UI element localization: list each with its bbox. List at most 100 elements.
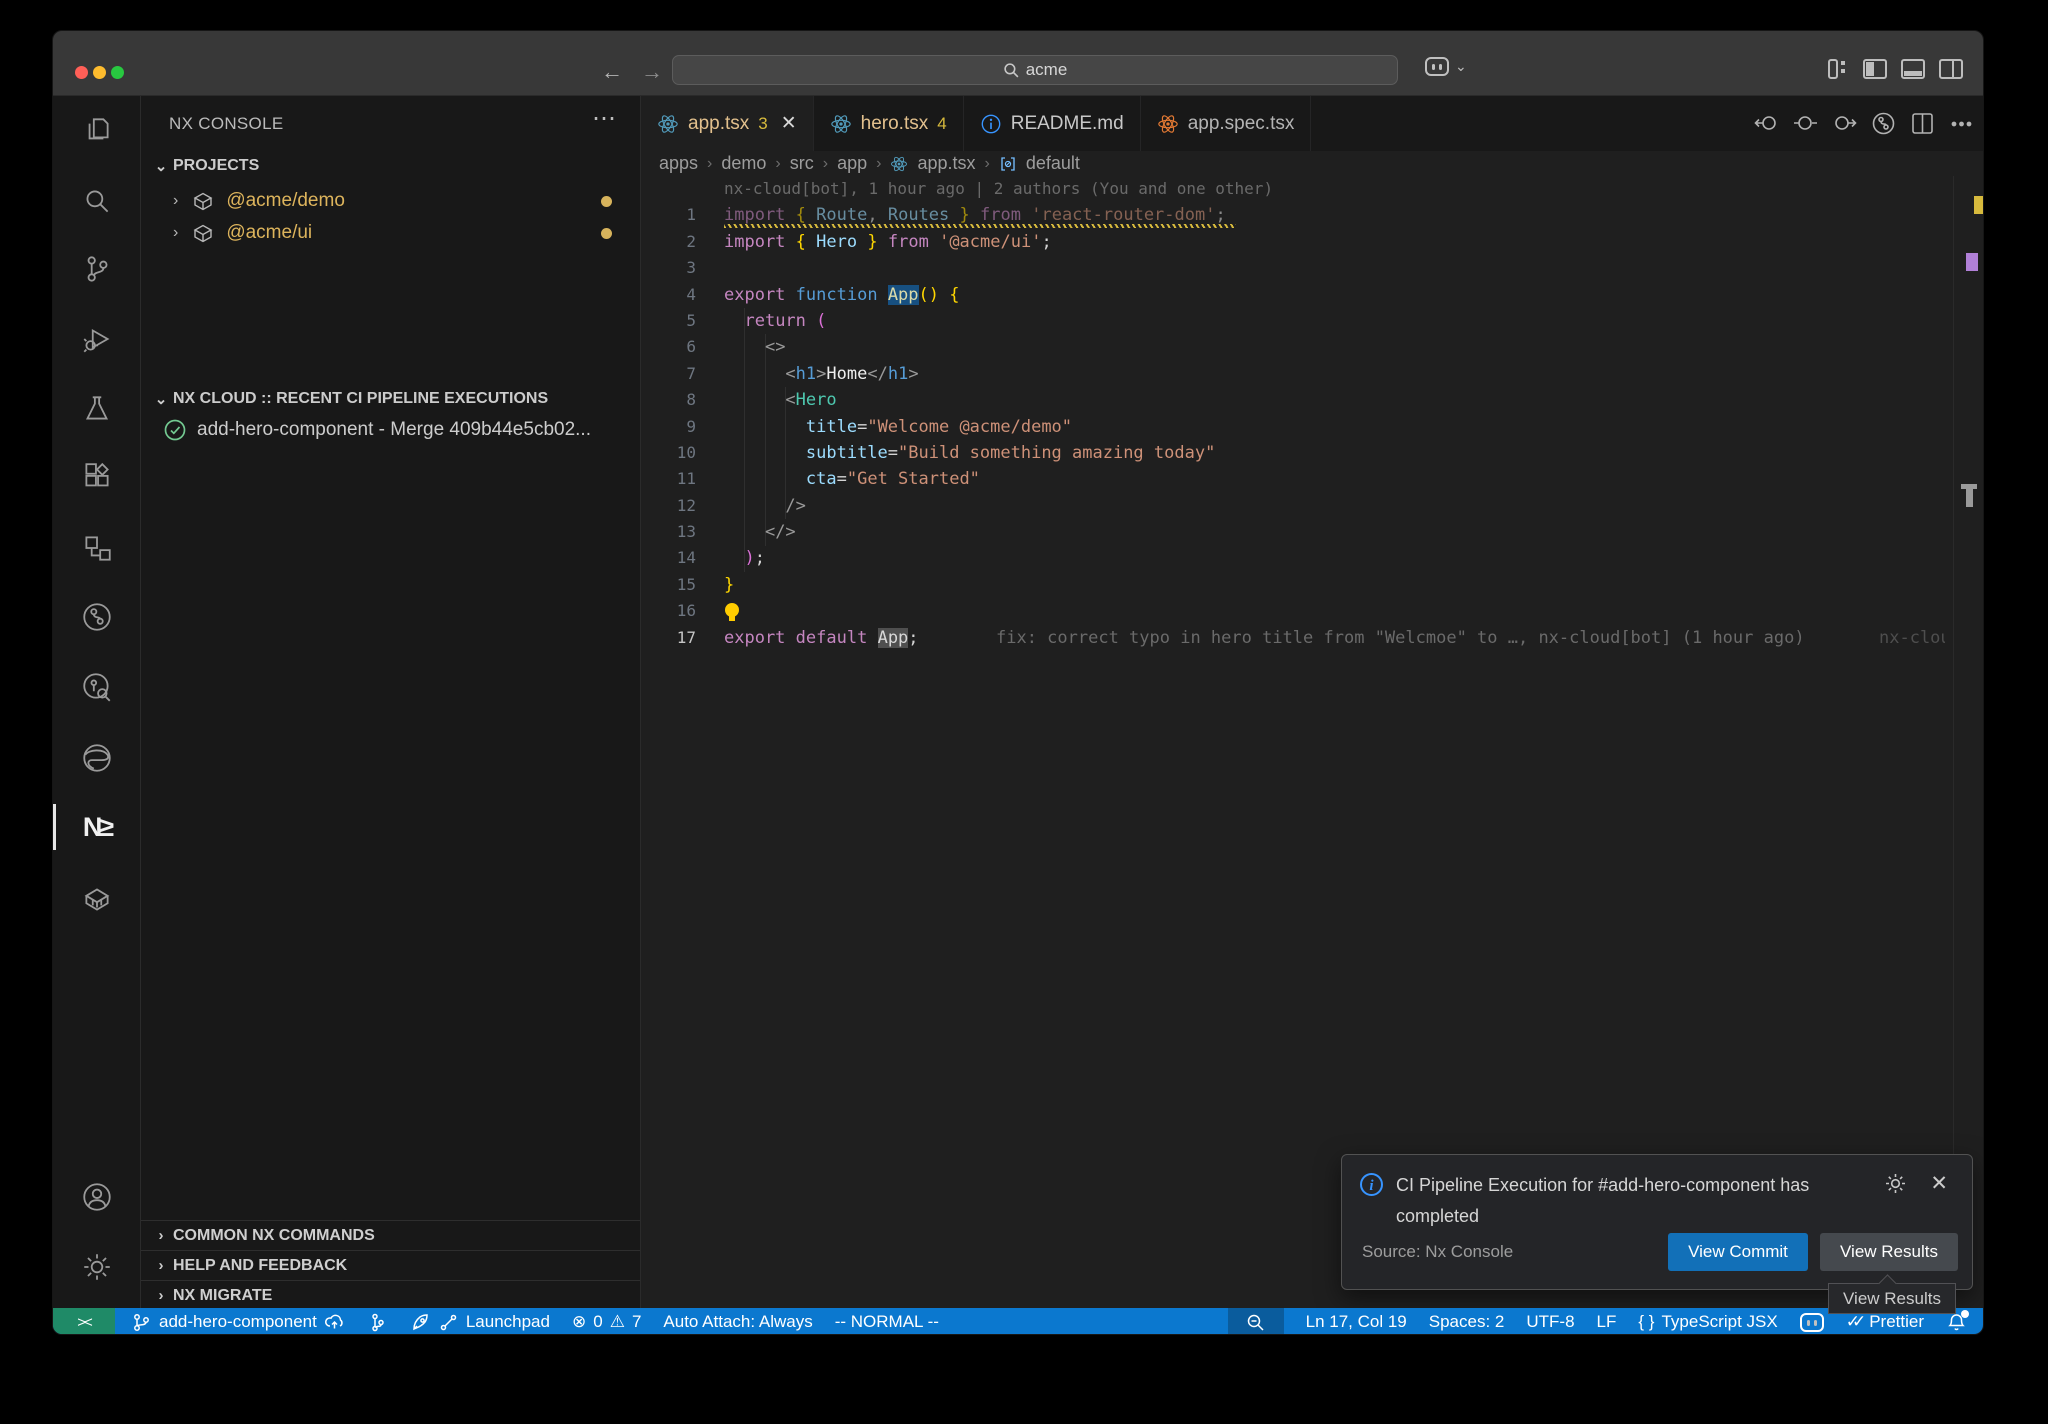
section-projects[interactable]: ⌄ PROJECTS: [141, 151, 640, 181]
change-icon[interactable]: [1792, 110, 1819, 137]
more-actions-icon[interactable]: ⋯: [592, 104, 616, 133]
section-label: HELP AND FEEDBACK: [173, 1257, 347, 1275]
token: ): [929, 285, 939, 305]
token: >: [816, 364, 826, 384]
eol-status[interactable]: LF: [1597, 1312, 1617, 1332]
editor-actions: [1753, 96, 1975, 151]
nav-forward-icon[interactable]: →: [641, 59, 663, 85]
toggle-primary-sidebar-icon[interactable]: [1861, 57, 1889, 81]
view-commit-button[interactable]: View Commit: [1668, 1233, 1808, 1271]
token: ;: [755, 548, 765, 568]
accounts-icon[interactable]: [53, 1169, 141, 1225]
breadcrumb-item[interactable]: default: [1026, 153, 1080, 174]
edge-tools-icon[interactable]: [53, 730, 141, 786]
modified-dot: [601, 228, 612, 239]
tab-app-tsx[interactable]: app.tsx 3 ✕: [641, 96, 814, 151]
copilot-chevron-icon[interactable]: ⌄: [1455, 58, 1467, 75]
breadcrumb-item[interactable]: demo: [721, 153, 766, 174]
view-results-button[interactable]: View Results: [1820, 1233, 1958, 1271]
token: {: [949, 285, 959, 305]
minimize-window-button[interactable]: [93, 66, 106, 79]
breadcrumb-item[interactable]: app: [837, 153, 867, 174]
remote-indicator[interactable]: ><: [53, 1308, 115, 1335]
explorer-icon[interactable]: [53, 103, 141, 159]
code-line-11: 11 cta="Get Started": [641, 466, 1984, 492]
breadcrumb-item[interactable]: apps: [659, 153, 698, 174]
notification-settings-icon[interactable]: [1883, 1171, 1908, 1201]
lightbulb-icon[interactable]: [725, 603, 739, 617]
indentation-status[interactable]: Spaces: 2: [1429, 1312, 1505, 1332]
settings-gear-icon[interactable]: [53, 1239, 141, 1295]
section-nx-cloud[interactable]: ⌄ NX CLOUD :: RECENT CI PIPELINE EXECUTI…: [141, 384, 640, 414]
token: [724, 337, 765, 357]
source-control-icon[interactable]: [53, 241, 141, 297]
publish-changes-icon: [324, 1312, 345, 1333]
code-text: cta="Get Started": [724, 466, 980, 492]
token: "Get Started": [847, 469, 980, 489]
section-common-nx-commands[interactable]: › COMMON NX COMMANDS: [141, 1220, 640, 1250]
toggle-secondary-sidebar-icon[interactable]: [1937, 57, 1965, 81]
tab-app-spec-tsx[interactable]: app.spec.tsx: [1141, 96, 1312, 151]
section-nx-migrate[interactable]: › NX MIGRATE: [141, 1280, 640, 1310]
zoom-window-button[interactable]: [111, 66, 124, 79]
nx-console-icon[interactable]: N≥: [53, 799, 141, 855]
project-item-acme-ui[interactable]: › @acme/ui: [141, 217, 640, 249]
nav-back-icon[interactable]: ←: [601, 59, 623, 85]
notifications-bell-icon[interactable]: [1946, 1312, 1967, 1333]
copilot-icon[interactable]: [1425, 57, 1449, 81]
split-editor-icon[interactable]: [1909, 110, 1936, 137]
section-help-and-feedback[interactable]: › HELP AND FEEDBACK: [141, 1250, 640, 1280]
containers-icon[interactable]: [53, 871, 141, 927]
problems-status[interactable]: ⊗ 0 ⚠ 7: [572, 1312, 641, 1332]
line-number: 6: [641, 334, 696, 360]
project-item-acme-demo[interactable]: › @acme/demo: [141, 185, 640, 217]
token: [857, 232, 867, 252]
line-number: 3: [641, 255, 696, 281]
toggle-panel-icon[interactable]: [1899, 57, 1927, 81]
token: import: [724, 232, 785, 252]
breadcrumb-item[interactable]: app.tsx: [917, 153, 975, 174]
code-line-1: 1import { Route, Routes } from 'react-ro…: [641, 202, 1984, 228]
token: return: [744, 311, 805, 331]
customize-layout-icon[interactable]: [1823, 57, 1851, 81]
blame-annotation-row: nx-cloud[bot], 1 hour ago | 2 authors (Y…: [641, 176, 1984, 202]
encoding-status[interactable]: UTF-8: [1526, 1312, 1574, 1332]
token: "Build something amazing today": [898, 443, 1215, 463]
search-icon[interactable]: [53, 173, 141, 229]
token: function: [796, 285, 878, 305]
tab-readme-md[interactable]: README.md: [964, 96, 1141, 151]
command-center-search[interactable]: acme: [672, 55, 1398, 85]
vim-mode-status[interactable]: -- NORMAL --: [835, 1312, 939, 1332]
auto-attach-status[interactable]: Auto Attach: Always: [663, 1312, 812, 1332]
formatter-status[interactable]: ✓✓ Prettier: [1846, 1312, 1924, 1332]
gitlens-graph-icon[interactable]: [1870, 110, 1897, 137]
language-mode-status[interactable]: { } TypeScript JSX: [1638, 1312, 1777, 1332]
zoom-status[interactable]: [1228, 1308, 1284, 1335]
cursor-position-status[interactable]: Ln 17, Col 19: [1306, 1312, 1407, 1332]
launchpad-status[interactable]: Launchpad: [410, 1312, 550, 1333]
close-icon[interactable]: ✕: [1930, 1171, 1948, 1196]
copilot-status[interactable]: [1800, 1313, 1824, 1332]
line-number: 2: [641, 229, 696, 255]
pipeline-execution-item[interactable]: add-hero-component - Merge 409b44e5cb02.…: [141, 414, 640, 446]
token: Hero: [796, 390, 837, 410]
code-text: }: [724, 572, 734, 598]
run-and-debug-icon[interactable]: [53, 311, 141, 367]
git-branch-status[interactable]: add-hero-component: [131, 1312, 345, 1333]
more-actions-icon[interactable]: [1948, 110, 1975, 137]
prev-change-icon[interactable]: [1753, 110, 1780, 137]
extensions-icon[interactable]: [53, 450, 141, 506]
tab-hero-tsx[interactable]: hero.tsx 4: [814, 96, 964, 151]
code-editor[interactable]: nx-cloud[bot], 1 hour ago | 2 authors (Y…: [641, 176, 1984, 1308]
breadcrumb-item[interactable]: src: [790, 153, 814, 174]
close-tab-icon[interactable]: ✕: [781, 112, 797, 135]
gitlens-inspect-icon[interactable]: [53, 659, 141, 715]
testing-icon[interactable]: [53, 381, 141, 437]
token: title: [806, 417, 857, 437]
next-change-icon[interactable]: [1831, 110, 1858, 137]
gitlens-icon[interactable]: [53, 589, 141, 645]
commit-graph-status[interactable]: [367, 1312, 388, 1333]
type-hierarchy-icon[interactable]: [53, 520, 141, 576]
token: [1021, 205, 1031, 225]
close-window-button[interactable]: [75, 66, 88, 79]
